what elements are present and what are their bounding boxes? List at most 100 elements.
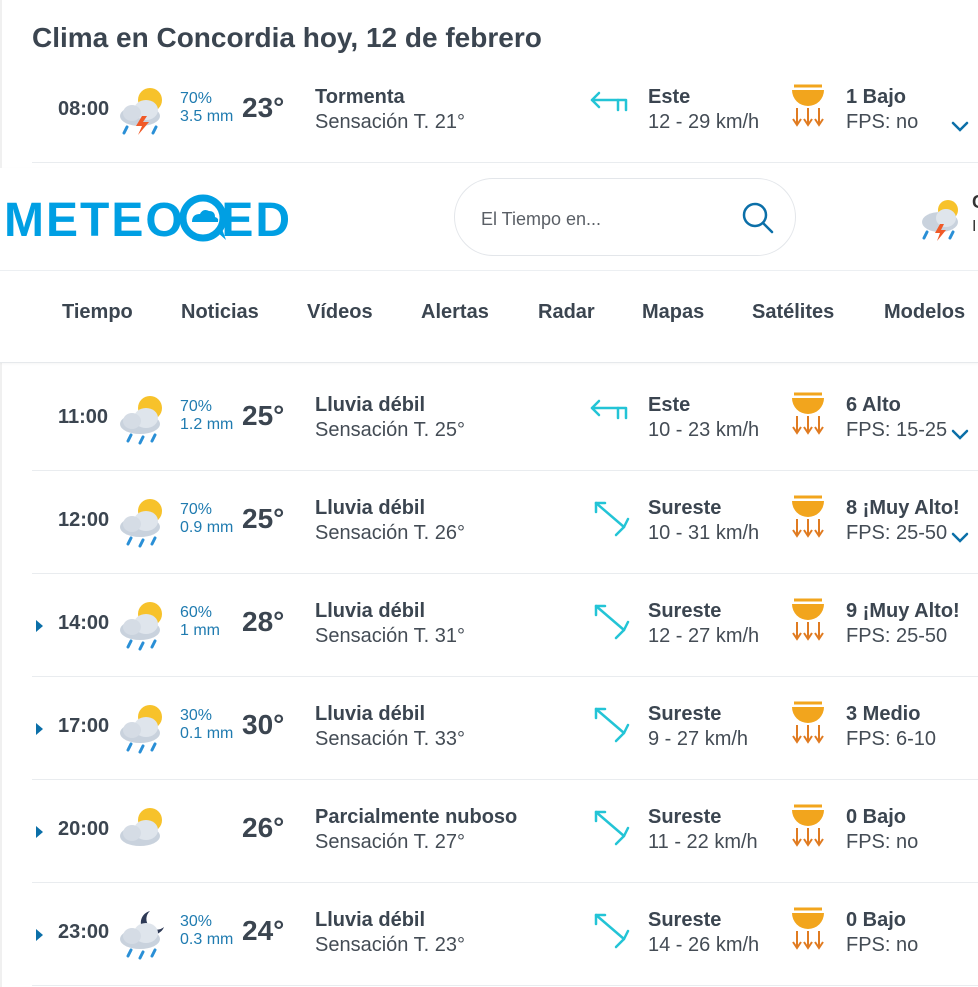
temperature: 23° (242, 92, 285, 123)
wind-direction: Este (648, 394, 691, 416)
feels-like: Sensación T. 25° (315, 419, 465, 441)
feels-like: Sensación T. 27° (315, 831, 465, 853)
light-rain-icon (120, 396, 162, 445)
nav-tiempo[interactable]: Tiempo (62, 301, 133, 324)
forecast-row[interactable]: 12:00 70% 0.9 mm 25° Lluvia débil Sensación T… (32, 471, 978, 574)
wind-direction: Sureste (648, 703, 722, 725)
main-nav: Tiempo Noticias Vídeos Alertas Radar Map… (0, 271, 978, 362)
fps-value: FPS: no (846, 111, 919, 133)
chevron-down-icon[interactable] (950, 531, 970, 545)
uv-index: 6 Alto (846, 394, 901, 416)
temperature: 24° (242, 915, 285, 946)
wind-direction: Sureste (648, 806, 722, 828)
wind-arrow-west-icon (590, 91, 628, 112)
forecast-row[interactable]: 14:00 60% 1 mm 28° Lluvia débil Sensación T. … (32, 574, 978, 677)
chevron-down-icon[interactable] (950, 428, 970, 442)
uv-sun-icon (792, 701, 824, 744)
chevron-down-icon[interactable] (950, 120, 970, 134)
feels-like: Sensación T. 31° (315, 625, 465, 647)
wind-speed: 14 - 26 km/h (648, 934, 760, 956)
site-header: METEORED C I Tiempo Noticias Vídeos Aler… (0, 168, 978, 363)
nav-satelites[interactable]: Satélites (752, 301, 834, 324)
uv-index: 0 Bajo (846, 806, 907, 828)
uv-index: 1 Bajo (846, 86, 907, 108)
fps-value: FPS: 25-50 (846, 625, 948, 647)
nav-noticias[interactable]: Noticias (181, 301, 259, 324)
wind-arrow-west-icon (590, 399, 628, 420)
uv-sun-icon (792, 598, 824, 641)
wind-speed: 10 - 31 km/h (648, 522, 760, 544)
condition-label: Lluvia débil (315, 909, 426, 931)
header-location-name[interactable]: C (972, 192, 978, 213)
current-weather-storm-icon[interactable] (918, 194, 966, 242)
fps-value: FPS: 6-10 (846, 728, 937, 750)
meteored-logo[interactable]: METEORED (4, 194, 354, 242)
wind-speed: 9 - 27 km/h (648, 728, 749, 750)
rain-probability: 60% (180, 604, 213, 621)
light-rain-icon (120, 705, 162, 754)
partly-cloudy-icon (120, 808, 162, 846)
rain-amount: 0.3 mm (180, 931, 234, 948)
wind-arrow-northwest-icon (594, 501, 630, 537)
wind-speed: 12 - 27 km/h (648, 625, 760, 647)
wind-arrow-northwest-icon (594, 707, 630, 743)
rain-amount: 0.1 mm (180, 725, 234, 742)
temperature: 28° (242, 606, 285, 637)
page-title: Clima en Concordia hoy, 12 de febrero (32, 22, 542, 53)
forecast-row[interactable]: 20:00 26° Parcialmente nuboso Sensación T. … (32, 780, 978, 883)
fps-value: FPS: 15-25 (846, 419, 948, 441)
fps-value: FPS: no (846, 934, 919, 956)
uv-sun-icon (792, 495, 824, 538)
nav-videos[interactable]: Vídeos (307, 301, 373, 324)
feels-like: Sensación T. 33° (315, 728, 465, 750)
rain-probability: 30% (180, 707, 213, 724)
fps-value: FPS: no (846, 831, 919, 853)
uv-sun-icon (792, 84, 824, 127)
fps-value: FPS: 25-50 (846, 522, 948, 544)
condition-label: Lluvia débil (315, 703, 426, 725)
expand-row-icon[interactable] (36, 620, 43, 632)
header-location-sub: I (972, 218, 977, 235)
uv-sun-icon (792, 907, 824, 950)
wind-direction: Este (648, 86, 691, 108)
rain-amount: 1 mm (180, 622, 220, 639)
night-rain-icon (120, 911, 164, 960)
storm-icon (120, 88, 162, 135)
expand-row-icon[interactable] (36, 723, 43, 735)
uv-index: 9 ¡Muy Alto! (846, 600, 960, 622)
rain-amount: 1.2 mm (180, 416, 234, 433)
wind-direction: Sureste (648, 600, 722, 622)
search-input[interactable] (479, 203, 723, 235)
nav-mapas[interactable]: Mapas (642, 301, 704, 324)
nav-alertas[interactable]: Alertas (421, 301, 489, 324)
forecast-row[interactable]: 23:00 30% 0.3 mm 24° Lluvia débil Sensación T… (32, 883, 978, 986)
feels-like: Sensación T. 23° (315, 934, 465, 956)
temperature: 30° (242, 709, 285, 740)
uv-sun-icon (792, 804, 824, 847)
rain-probability: 70% (180, 398, 213, 415)
forecast-row[interactable]: 11:00 70% 1.2 mm 25° Lluvia débil Sensación T… (32, 368, 978, 471)
nav-modelos[interactable]: Modelos (884, 301, 965, 324)
uv-index: 8 ¡Muy Alto! (846, 497, 960, 519)
uv-sun-icon (792, 392, 824, 435)
light-rain-icon (120, 602, 162, 651)
condition-label: Lluvia débil (315, 497, 426, 519)
search-icon[interactable] (741, 201, 775, 235)
search-box[interactable] (454, 178, 796, 256)
wind-direction: Sureste (648, 497, 722, 519)
rain-amount: 3.5 mm (180, 108, 234, 125)
condition-label: Lluvia débil (315, 600, 426, 622)
forecast-row[interactable]: 17:00 30% 0.1 mm 30° Lluvia débil Sensación T… (32, 677, 978, 780)
nav-radar[interactable]: Radar (538, 301, 595, 324)
wind-speed: 12 - 29 km/h (648, 111, 760, 133)
expand-row-icon[interactable] (36, 929, 43, 941)
expand-row-icon[interactable] (36, 826, 43, 838)
logo-text: METEORED (4, 194, 292, 242)
wind-arrow-northwest-icon (594, 604, 630, 640)
rain-amount: 0.9 mm (180, 519, 234, 536)
wind-direction: Sureste (648, 909, 722, 931)
forecast-row[interactable]: 08:00 70% 3.5 mm 23° Tormenta Sensación T. 21… (32, 60, 978, 163)
uv-index: 3 Medio (846, 703, 921, 725)
forecast-time: 20:00 (58, 818, 110, 840)
uv-index: 0 Bajo (846, 909, 907, 931)
